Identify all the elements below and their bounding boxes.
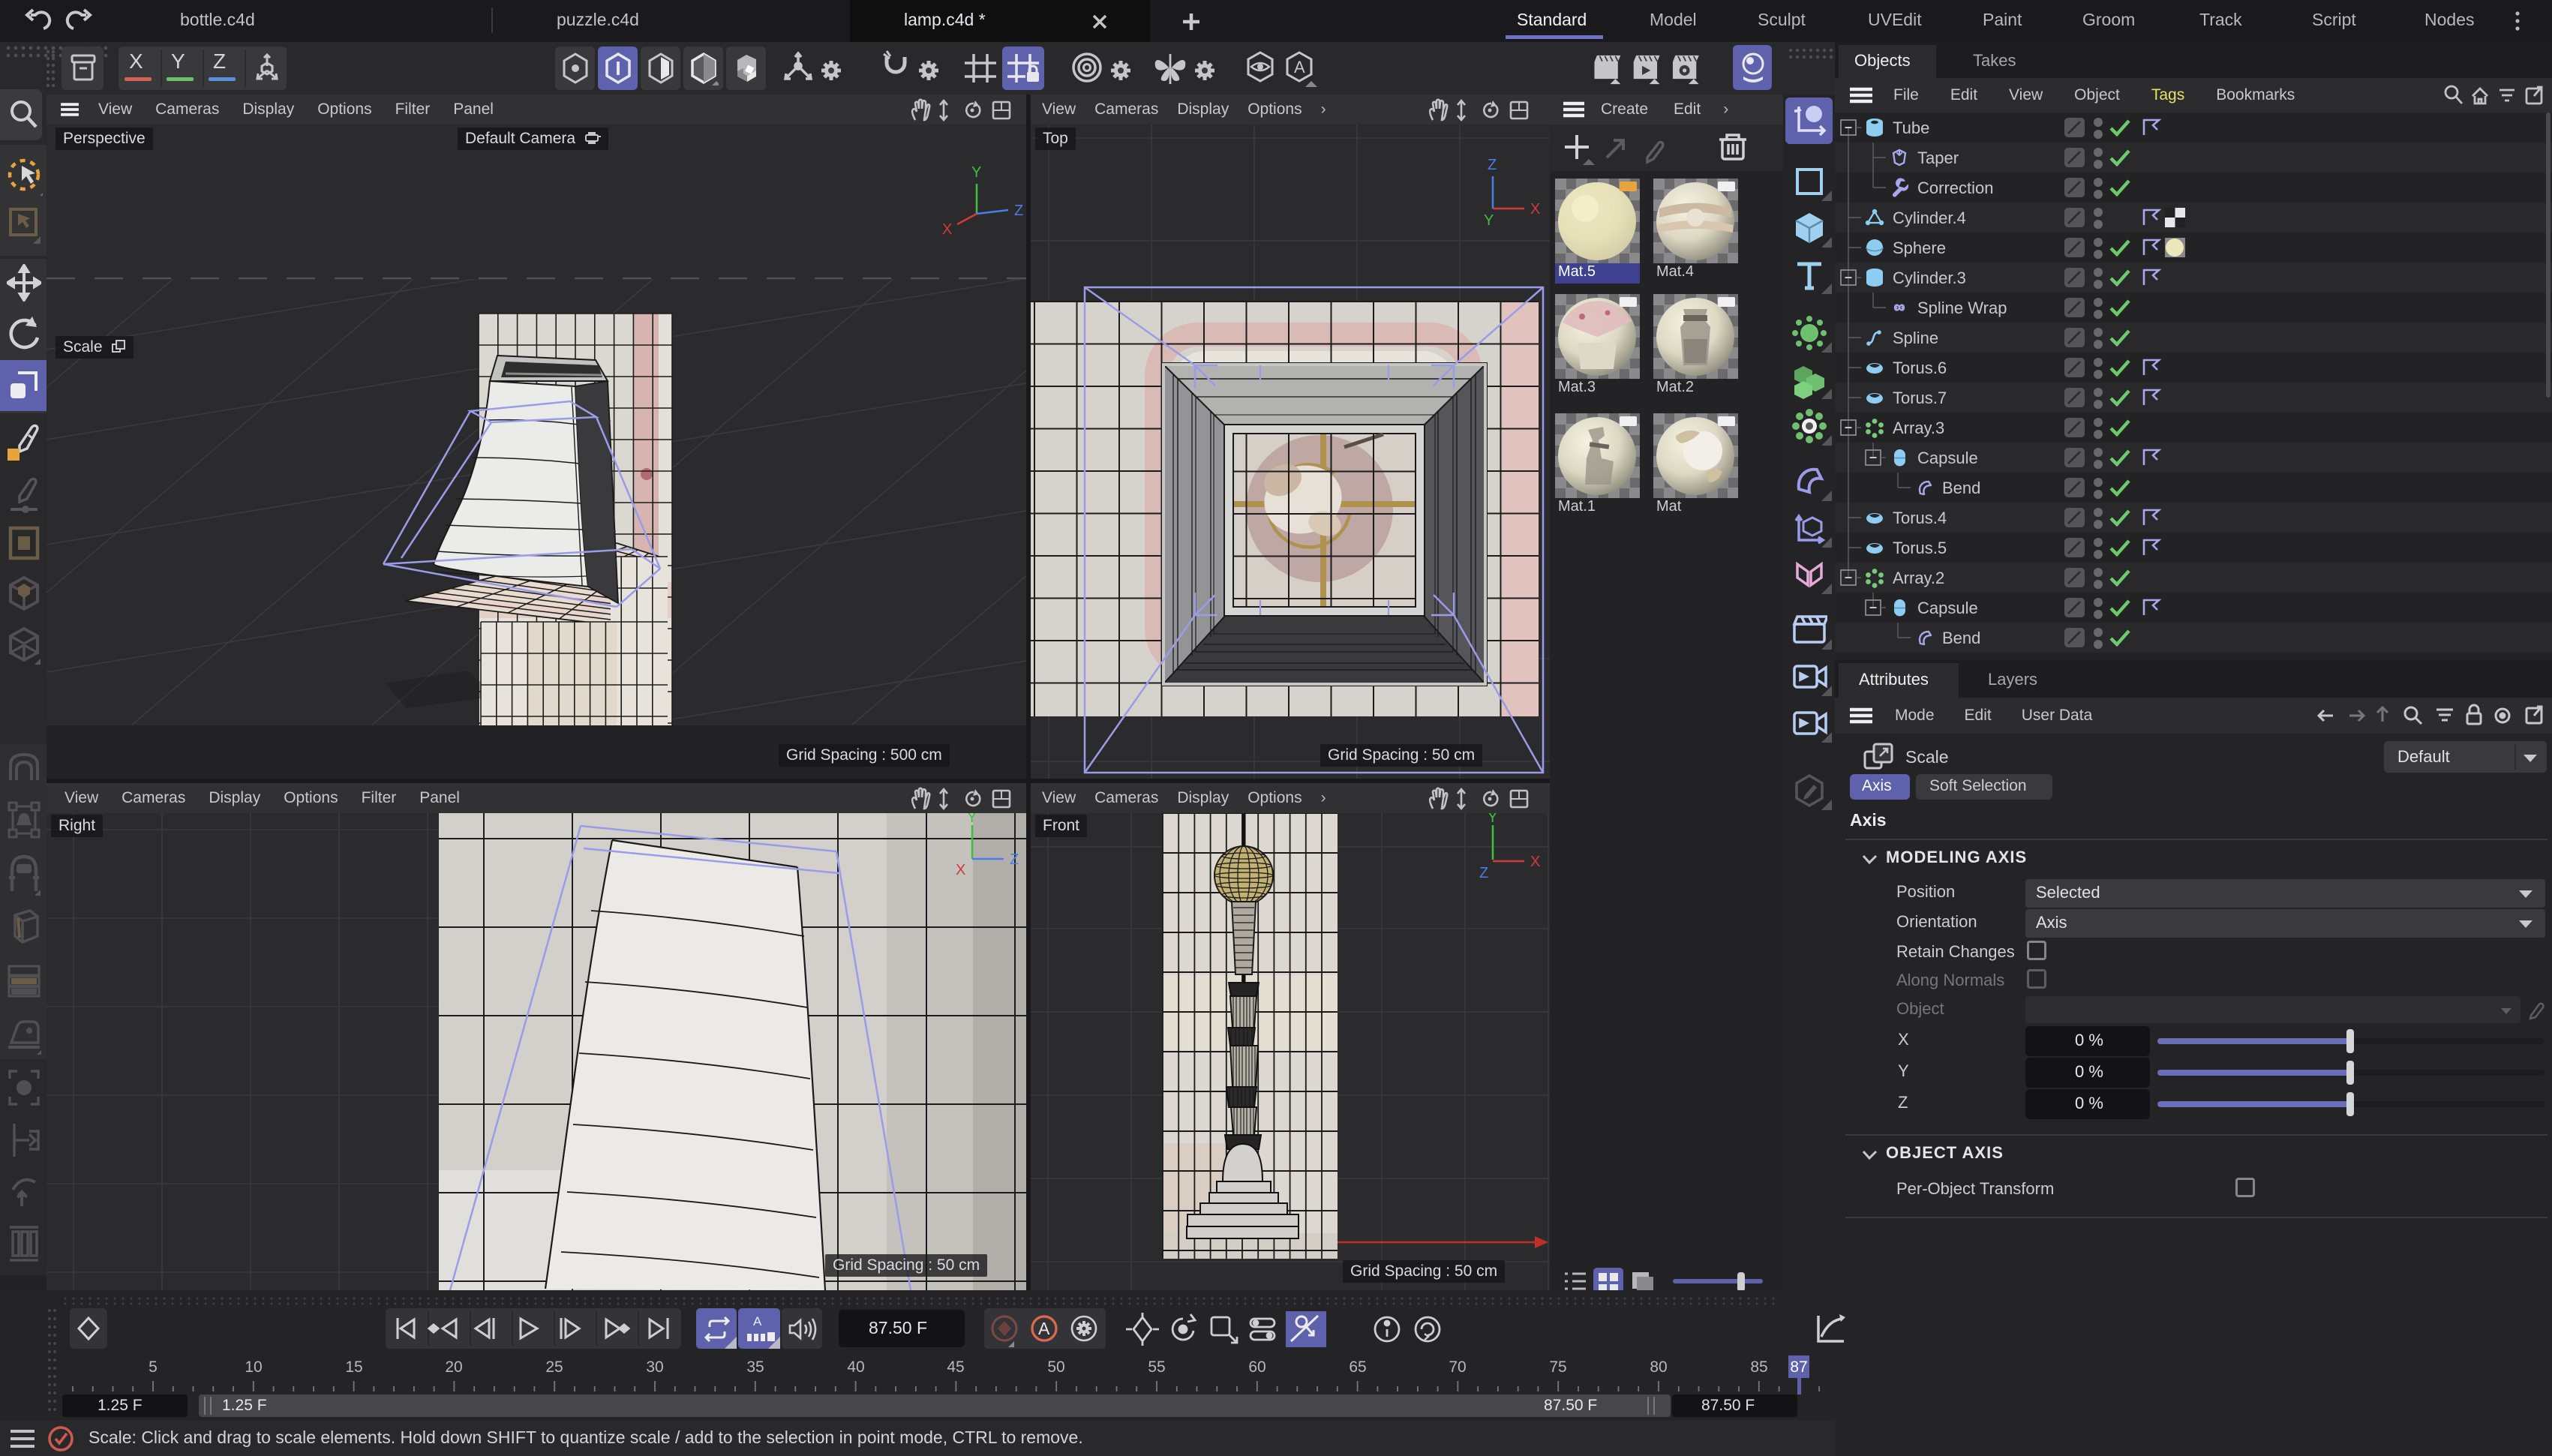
- svg-text:Capsule: Capsule: [1917, 599, 1978, 617]
- svg-text:Spline Wrap: Spline Wrap: [1917, 299, 2007, 317]
- svg-text:35: 35: [746, 1358, 764, 1376]
- svg-text:Array.2: Array.2: [1893, 569, 1944, 587]
- svg-text:Spline: Spline: [1893, 329, 1938, 347]
- svg-text:65: 65: [1349, 1358, 1366, 1376]
- svg-text:30: 30: [646, 1358, 663, 1376]
- svg-text:A: A: [753, 1314, 762, 1328]
- svg-text:Y: Y: [967, 813, 977, 826]
- svg-text:Tube: Tube: [1893, 119, 1929, 137]
- svg-text:Torus.7: Torus.7: [1893, 389, 1947, 407]
- svg-text:Correction: Correction: [1917, 179, 1993, 197]
- svg-text:80: 80: [1650, 1358, 1667, 1376]
- svg-text:20: 20: [445, 1358, 462, 1376]
- svg-text:Y: Y: [1488, 813, 1497, 826]
- svg-text:Bend: Bend: [1942, 629, 1980, 647]
- svg-text:Y: Y: [971, 164, 981, 181]
- svg-text:Cylinder.4: Cylinder.4: [1893, 209, 1966, 227]
- svg-text:60: 60: [1248, 1358, 1265, 1376]
- svg-text:25: 25: [545, 1358, 563, 1376]
- svg-text:Taper: Taper: [1917, 149, 1959, 167]
- svg-text:70: 70: [1449, 1358, 1466, 1376]
- svg-text:10: 10: [245, 1358, 262, 1376]
- svg-text:Torus.4: Torus.4: [1893, 509, 1947, 527]
- svg-text:50: 50: [1047, 1358, 1064, 1376]
- svg-text:A: A: [1038, 1319, 1050, 1338]
- svg-text:A: A: [1294, 58, 1305, 77]
- svg-text:Torus.5: Torus.5: [1893, 539, 1947, 557]
- svg-text:Y: Y: [1484, 212, 1494, 229]
- svg-text:45: 45: [947, 1358, 964, 1376]
- svg-text:Sphere: Sphere: [1893, 239, 1946, 257]
- svg-text:55: 55: [1148, 1358, 1165, 1376]
- svg-text:75: 75: [1549, 1358, 1566, 1376]
- svg-text:87: 87: [1790, 1358, 1807, 1376]
- svg-text:Cylinder.3: Cylinder.3: [1893, 269, 1966, 287]
- svg-text:Z: Z: [1488, 157, 1497, 173]
- svg-text:5: 5: [149, 1358, 158, 1376]
- svg-text:X: X: [1530, 201, 1540, 218]
- svg-text:Z: Z: [1479, 865, 1488, 881]
- svg-text:40: 40: [847, 1358, 864, 1376]
- svg-text:Capsule: Capsule: [1917, 449, 1978, 467]
- svg-text:Z: Z: [1010, 851, 1019, 868]
- svg-text:Z: Z: [1014, 203, 1023, 219]
- svg-text:X: X: [956, 862, 965, 878]
- svg-text:X: X: [942, 221, 952, 238]
- svg-text:Bend: Bend: [1942, 479, 1980, 497]
- svg-text:Torus.6: Torus.6: [1893, 359, 1947, 377]
- svg-text:Array.3: Array.3: [1893, 419, 1944, 437]
- svg-text:85: 85: [1750, 1358, 1767, 1376]
- svg-text:15: 15: [345, 1358, 362, 1376]
- svg-text:X: X: [1530, 854, 1540, 870]
